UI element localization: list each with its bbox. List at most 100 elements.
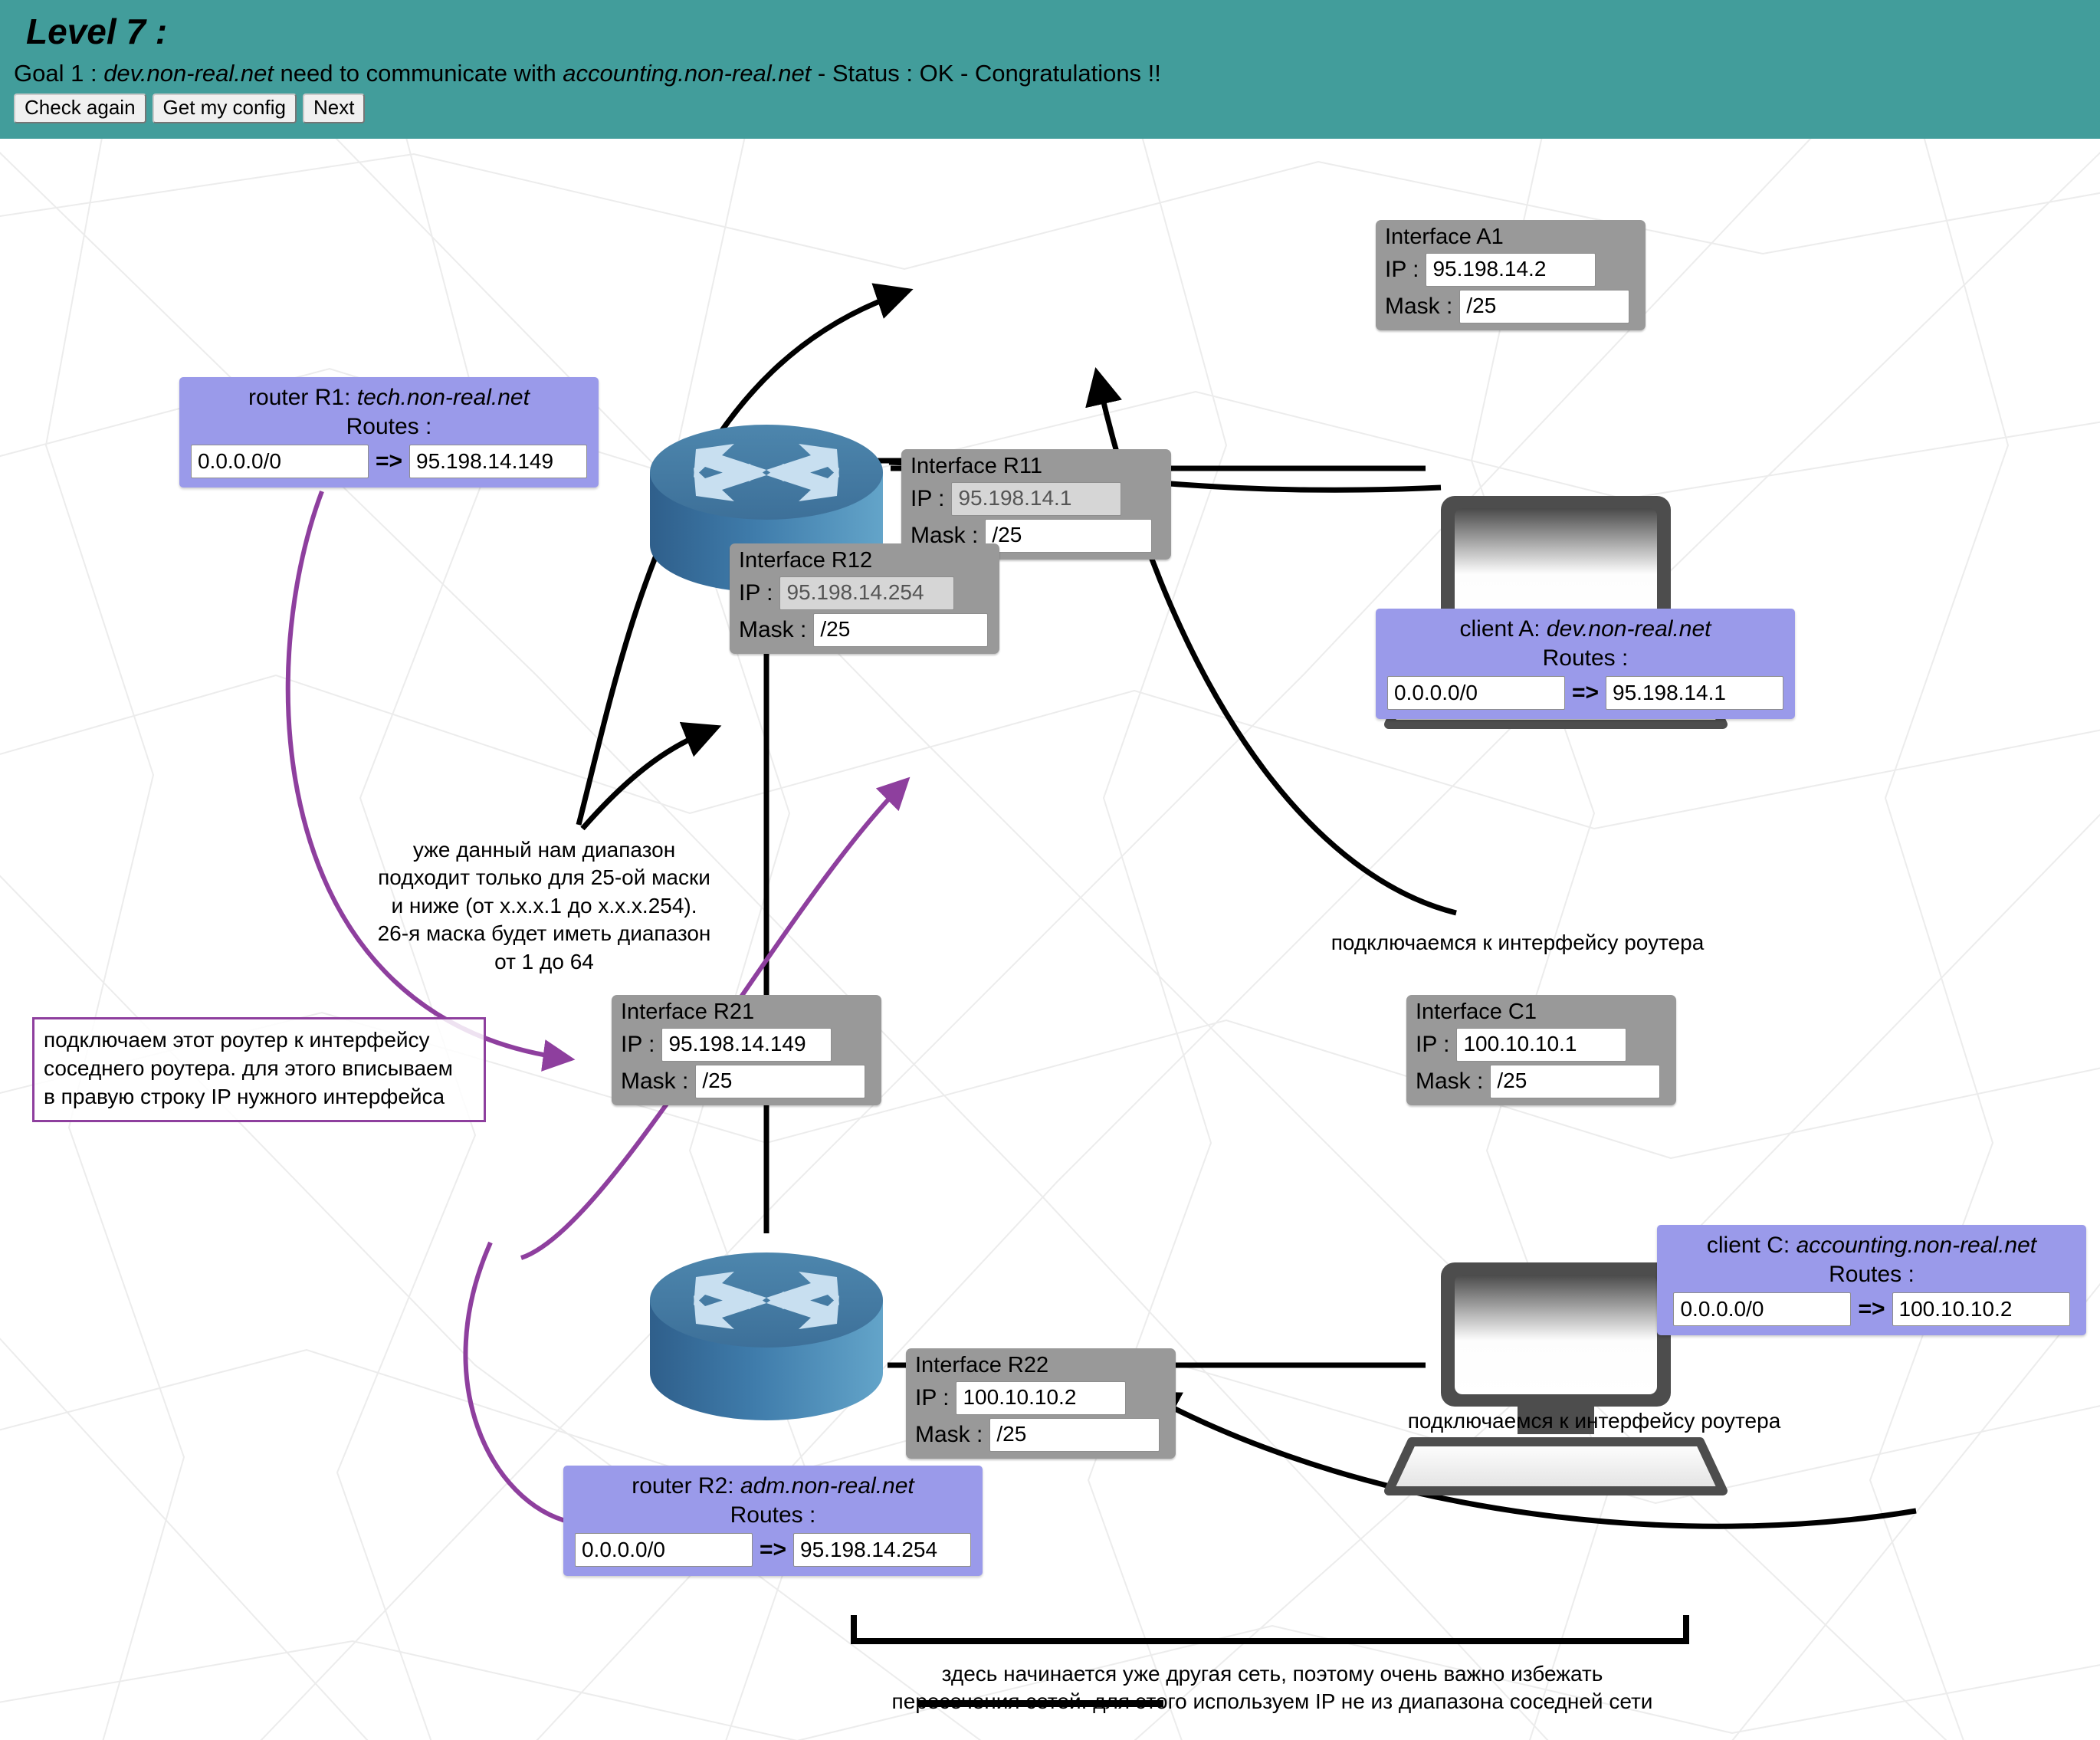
interface-r12-mask-input[interactable] (813, 612, 989, 647)
interface-r22-mask-input[interactable] (989, 1417, 1160, 1452)
route-box-r1-title: router R1: tech.non-real.net (189, 383, 589, 412)
route-box-client-c: client C: accounting.non-real.net Routes… (1657, 1225, 2086, 1335)
interface-r12-ip-input[interactable] (779, 576, 955, 610)
interface-box-a1: Interface A1 IP : Mask : (1376, 220, 1646, 330)
interface-r11-ip-input[interactable] (951, 481, 1122, 516)
interface-r11-ip-row: IP : (911, 481, 1163, 516)
interface-c1-mask-row: Mask : (1416, 1064, 1669, 1098)
header-button-bar: Check again Get my config Next (14, 94, 366, 124)
mask-label: Mask : (621, 1068, 689, 1094)
level-header: Level 7 : Goal 1 : dev.non-real.net need… (0, 0, 2100, 139)
ip-label: IP : (1385, 256, 1419, 282)
interface-a1-ip-input[interactable] (1426, 252, 1596, 287)
ip-label: IP : (1416, 1031, 1450, 1057)
interface-r21-ip-input[interactable] (661, 1027, 832, 1062)
route-box-r2-title: router R2: adm.non-real.net (573, 1472, 973, 1501)
interface-r11-title: Interface R11 (911, 454, 1042, 478)
interface-box-c1: Interface C1 IP : Mask : (1406, 995, 1676, 1105)
route-arrow: => (759, 1537, 787, 1562)
ip-label: IP : (915, 1384, 950, 1410)
route-box-client-a-routes-label: Routes : (1542, 645, 1629, 671)
goal-host-source: dev.non-real.net (103, 60, 274, 87)
goal-middle: need to communicate with (273, 60, 563, 87)
client-a-domain: dev.non-real.net (1546, 616, 1711, 642)
check-again-button[interactable]: Check again (14, 94, 146, 124)
next-button[interactable]: Next (302, 94, 366, 124)
page-title: Level 7 : (26, 11, 168, 51)
interface-r22-mask-row: Mask : (915, 1417, 1168, 1452)
interface-a1-title: Interface A1 (1385, 225, 1504, 249)
router-r2-route-dest-input[interactable] (574, 1533, 753, 1567)
route-box-client-a-row: => (1385, 676, 1786, 710)
router-icon-r2 (650, 1252, 883, 1420)
note-subnet-range: уже данный нам диапазон подходит только … (377, 838, 711, 973)
note-connect-to-router-interface-a: подключаемся к интерфейсу роутера (1331, 931, 1705, 954)
route-box-router-r2: router R2: adm.non-real.net Routes : => (563, 1466, 983, 1576)
client-a-name: client A: (1459, 616, 1547, 642)
interface-a1-mask-input[interactable] (1459, 289, 1630, 323)
interface-a1-mask-row: Mask : (1385, 289, 1638, 323)
interface-c1-title: Interface C1 (1416, 1000, 1537, 1024)
note-other-network-warning: здесь начинается уже другая сеть, поэтом… (891, 1662, 1653, 1714)
client-c-domain: accounting.non-real.net (1796, 1233, 2037, 1258)
goal-status-line: Goal 1 : dev.non-real.net need to commun… (14, 60, 1161, 87)
router-r1-name: router R1: (248, 385, 357, 410)
interface-c1-mask-input[interactable] (1490, 1064, 1661, 1098)
interface-r12-ip-row: IP : (739, 576, 992, 610)
route-box-client-a: client A: dev.non-real.net Routes : => (1376, 609, 1795, 719)
client-c-name: client C: (1706, 1233, 1796, 1258)
router-r1-route-gateway-input[interactable] (409, 445, 588, 478)
client-a-route-gateway-input[interactable] (1606, 676, 1784, 710)
interface-r12-mask-row: Mask : (739, 612, 992, 647)
route-box-r1-routes-label: Routes : (346, 413, 432, 439)
route-arrow: => (1858, 1296, 1885, 1321)
interface-r21-title: Interface R21 (621, 1000, 755, 1024)
topology-canvas: Interface R11 IP : Mask : Interface R12 … (0, 139, 2100, 1740)
router-r2-name: router R2: (632, 1473, 740, 1499)
interface-r21-mask-row: Mask : (621, 1064, 874, 1098)
mask-label: Mask : (739, 616, 807, 642)
router-r2-domain: adm.non-real.net (740, 1473, 914, 1499)
route-box-r2-routes-label: Routes : (730, 1502, 816, 1528)
page-root: Level 7 : Goal 1 : dev.non-real.net need… (0, 0, 2100, 1740)
interface-c1-ip-input[interactable] (1456, 1027, 1627, 1062)
mask-label: Mask : (1416, 1068, 1484, 1094)
ip-label: IP : (621, 1031, 655, 1057)
mask-label: Mask : (915, 1421, 983, 1447)
note-connect-to-router-interface-c: подключаемся к интерфейсу роутера (1407, 1409, 1781, 1433)
get-my-config-button[interactable]: Get my config (152, 94, 297, 124)
interface-a1-ip-row: IP : (1385, 252, 1638, 287)
route-box-client-c-title: client C: accounting.non-real.net (1666, 1231, 2077, 1260)
interface-box-r21: Interface R21 IP : Mask : (612, 995, 881, 1105)
route-box-client-c-row: => (1666, 1292, 2077, 1326)
client-c-route-dest-input[interactable] (1673, 1292, 1852, 1326)
interface-r22-title: Interface R22 (915, 1353, 1049, 1377)
goal-prefix: Goal 1 : (14, 60, 104, 87)
interface-box-r22: Interface R22 IP : Mask : (906, 1348, 1176, 1459)
interface-c1-ip-row: IP : (1416, 1027, 1669, 1062)
interface-r22-ip-input[interactable] (956, 1381, 1127, 1415)
route-box-client-c-routes-label: Routes : (1829, 1261, 1915, 1287)
mask-label: Mask : (1385, 293, 1453, 319)
router-r1-domain: tech.non-real.net (356, 385, 530, 410)
route-box-client-a-title: client A: dev.non-real.net (1385, 615, 1786, 644)
router-r1-route-dest-input[interactable] (190, 445, 369, 478)
interface-r21-ip-row: IP : (621, 1027, 874, 1062)
route-arrow: => (375, 448, 403, 474)
client-a-route-dest-input[interactable] (1386, 676, 1565, 710)
interface-r11-mask-input[interactable] (985, 518, 1153, 553)
ip-label: IP : (911, 485, 945, 511)
goal-host-target: accounting.non-real.net (563, 60, 812, 87)
interface-r21-mask-input[interactable] (695, 1064, 866, 1098)
client-c-route-gateway-input[interactable] (1892, 1292, 2070, 1326)
route-box-r2-row: => (573, 1533, 973, 1567)
interface-r12-title: Interface R12 (739, 548, 873, 573)
note-connect-router-to-neighbor: подключаем этот роутер к интерфейсу сосе… (32, 1017, 486, 1122)
ip-label: IP : (739, 579, 773, 606)
route-box-r1-row: => (189, 445, 589, 478)
goal-status-text: - Status : OK - Congratulations !! (811, 60, 1161, 87)
route-box-router-r1: router R1: tech.non-real.net Routes : => (179, 377, 599, 488)
interface-r22-ip-row: IP : (915, 1381, 1168, 1415)
router-r2-route-gateway-input[interactable] (793, 1533, 972, 1567)
route-arrow: => (1571, 680, 1600, 705)
